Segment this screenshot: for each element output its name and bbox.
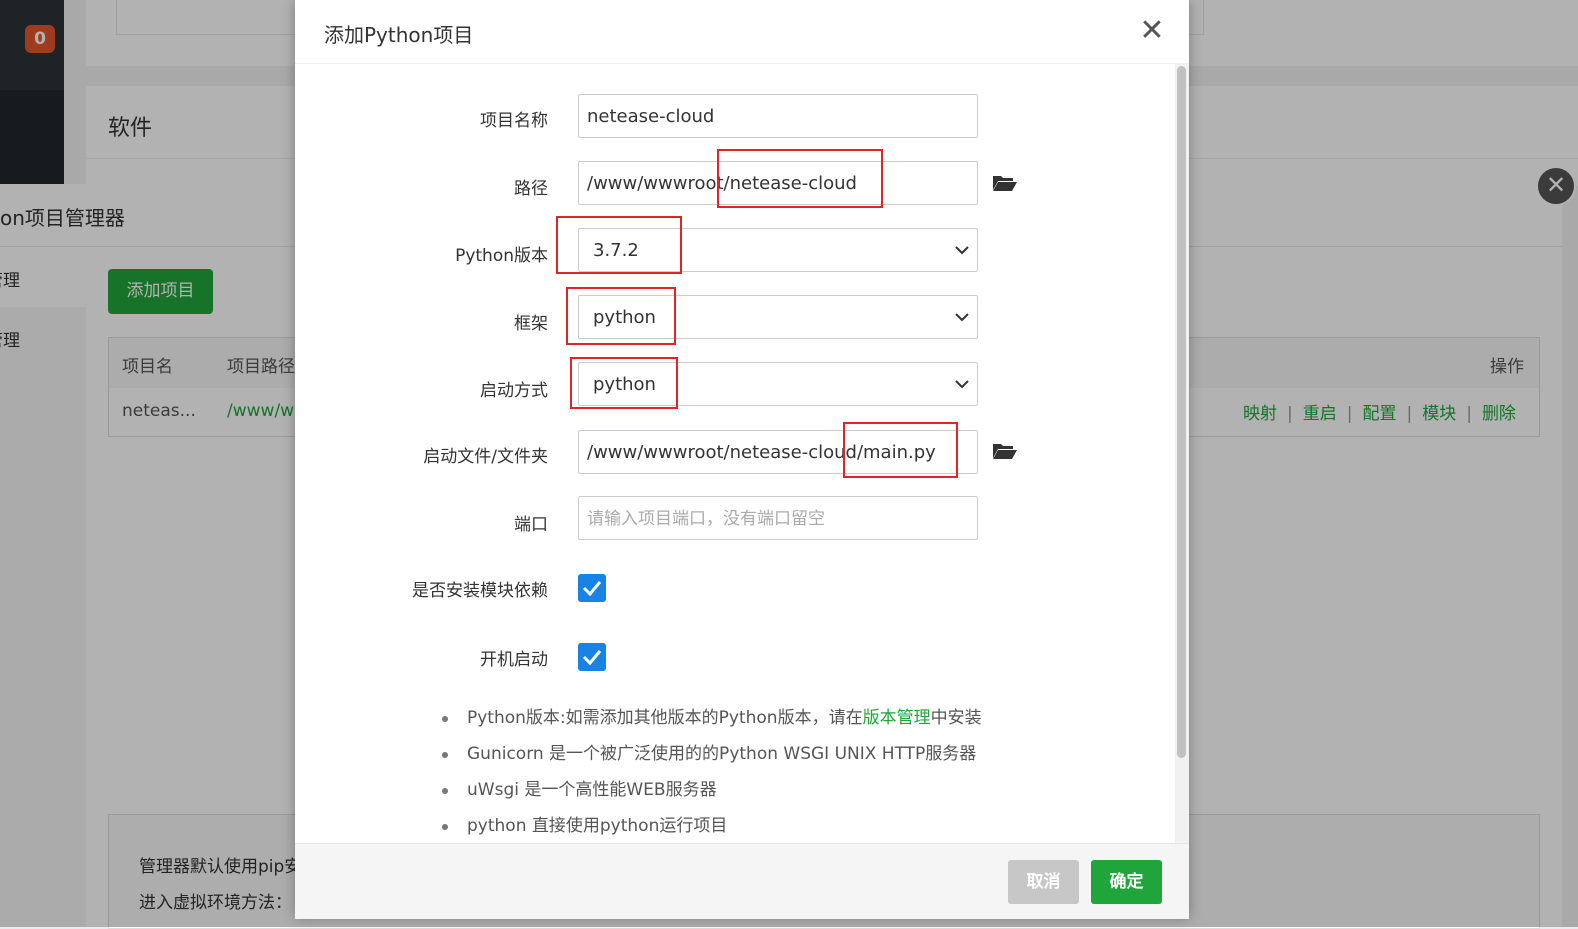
- dialog-header: 添加Python项目 ✕: [295, 0, 1189, 64]
- port-input[interactable]: 请输入项目端口，没有端口留空: [578, 496, 978, 540]
- chevron-down-icon: [955, 313, 969, 322]
- chevron-down-icon: [955, 246, 969, 255]
- highlight-box: [570, 357, 678, 409]
- autostart-label: 开机启动: [480, 650, 548, 670]
- list-item: uWsgi 是一个高性能WEB服务器: [440, 776, 982, 812]
- folder-open-icon[interactable]: [992, 173, 1018, 193]
- add-python-project-dialog: 添加Python项目 ✕ 项目名称 netease-cloud 路径 /www/…: [295, 0, 1189, 919]
- framework-label: 框架: [514, 314, 548, 334]
- install-deps-checkbox[interactable]: [578, 574, 606, 602]
- scrollbar-thumb[interactable]: [1177, 66, 1186, 758]
- list-item: Python版本:如需添加其他版本的Python版本，请在版本管理中安装: [440, 704, 982, 740]
- dialog-footer: 取消 确定: [295, 843, 1189, 919]
- tip-text: 中安装: [930, 708, 982, 728]
- project-name-input[interactable]: netease-cloud: [578, 94, 978, 138]
- port-placeholder: 请输入项目端口，没有端口留空: [587, 509, 825, 529]
- path-label: 路径: [514, 179, 548, 199]
- highlight-box: [717, 149, 883, 208]
- confirm-button[interactable]: 确定: [1091, 860, 1162, 904]
- port-label: 端口: [514, 515, 548, 535]
- close-icon[interactable]: ✕: [1137, 16, 1167, 46]
- dialog-title: 添加Python项目: [324, 23, 474, 47]
- python-version-label: Python版本: [455, 246, 548, 266]
- version-manager-link[interactable]: 版本管理: [863, 708, 931, 728]
- tips-list: Python版本:如需添加其他版本的Python版本，请在版本管理中安装 Gun…: [440, 704, 982, 843]
- install-deps-label: 是否安装模块依赖: [412, 581, 548, 601]
- dialog-body: 项目名称 netease-cloud 路径 /www/wwwroot/netea…: [295, 64, 1189, 843]
- cancel-button[interactable]: 取消: [1008, 860, 1079, 904]
- highlight-box: [843, 422, 958, 478]
- highlight-box: [556, 216, 682, 274]
- autostart-checkbox[interactable]: [578, 643, 606, 671]
- start-method-label: 启动方式: [480, 381, 548, 401]
- folder-open-icon[interactable]: [992, 441, 1018, 461]
- highlight-box: [566, 287, 676, 345]
- chevron-down-icon: [955, 380, 969, 389]
- list-item: python 直接使用python运行项目: [440, 812, 982, 843]
- start-file-label: 启动文件/文件夹: [423, 447, 548, 467]
- project-name-label: 项目名称: [480, 111, 548, 131]
- tip-text: Python版本:如需添加其他版本的Python版本，请在: [467, 708, 863, 728]
- list-item: Gunicorn 是一个被广泛使用的的Python WSGI UNIX HTTP…: [440, 740, 982, 776]
